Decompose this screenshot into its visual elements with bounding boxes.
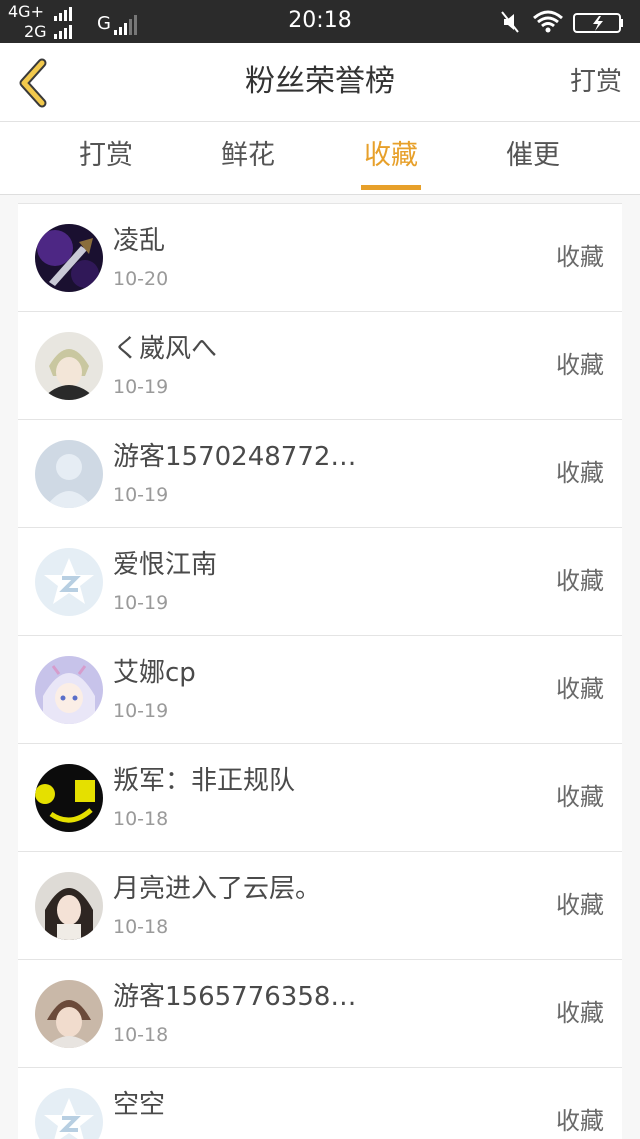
girl-photo-avatar-icon bbox=[35, 872, 103, 940]
list-item[interactable]: 月亮进入了云层。 10-18 收藏 bbox=[18, 852, 622, 960]
tab-favorites[interactable]: 收藏 bbox=[331, 138, 451, 190]
tab-favorites-label: 收藏 bbox=[364, 140, 418, 171]
fan-date: 10-18 bbox=[113, 916, 169, 938]
chevron-left-icon bbox=[19, 58, 47, 108]
fan-name: 游客1570248772… bbox=[113, 442, 357, 472]
fan-action-label: 收藏 bbox=[556, 243, 604, 271]
fan-date: 10-20 bbox=[113, 268, 169, 290]
active-tab-indicator bbox=[361, 185, 421, 190]
fan-date: 10-19 bbox=[113, 484, 169, 506]
fan-action-label: 收藏 bbox=[556, 999, 604, 1027]
default-person-avatar-icon bbox=[35, 440, 103, 508]
boy-photo-avatar-icon bbox=[35, 980, 103, 1048]
network-g-label: G bbox=[97, 13, 111, 34]
list-item[interactable]: 凌乱 10-20 收藏 bbox=[18, 204, 622, 312]
status-icons bbox=[500, 8, 630, 36]
signal-bars-icon bbox=[54, 7, 72, 21]
list-item[interactable]: 爱恨江南 10-19 收藏 bbox=[18, 528, 622, 636]
fan-action-label: 收藏 bbox=[556, 783, 604, 811]
list-item[interactable]: 游客1565776358… 10-18 收藏 bbox=[18, 960, 622, 1068]
fan-list: 凌乱 10-20 收藏 く崴风へ 10-19 收藏 游客1570248772… … bbox=[18, 203, 622, 1139]
battery-icon bbox=[573, 13, 623, 33]
fan-date: 10-19 bbox=[113, 592, 169, 614]
fan-name: く崴风へ bbox=[113, 334, 218, 364]
mute-icon bbox=[501, 11, 519, 33]
clock: 20:18 bbox=[288, 8, 352, 33]
fan-action-label: 收藏 bbox=[556, 567, 604, 595]
list-item[interactable]: く崴风へ 10-19 收藏 bbox=[18, 312, 622, 420]
signal-bars-icon bbox=[54, 25, 72, 39]
status-bar: 4G+ 2G G 20:18 bbox=[0, 0, 640, 43]
fan-name: 空空 bbox=[113, 1090, 166, 1120]
fan-action-label: 收藏 bbox=[556, 675, 604, 703]
list-item[interactable]: 叛军：非正规队 10-18 收藏 bbox=[18, 744, 622, 852]
fan-date: 10-18 bbox=[113, 808, 169, 830]
default-star-avatar-icon bbox=[35, 548, 103, 616]
tab-flowers[interactable]: 鲜花 bbox=[188, 138, 308, 174]
dark-yellow-avatar-icon bbox=[35, 764, 103, 832]
fan-action-label: 收藏 bbox=[556, 459, 604, 487]
sword-avatar-icon bbox=[35, 224, 103, 292]
fan-date: 10-18 bbox=[113, 1024, 169, 1046]
tab-tip[interactable]: 打赏 bbox=[46, 138, 166, 174]
fan-name: 叛军：非正规队 bbox=[113, 766, 296, 796]
list-item[interactable]: 空空 收藏 bbox=[18, 1068, 622, 1139]
back-button[interactable] bbox=[10, 53, 60, 113]
fan-name: 凌乱 bbox=[113, 226, 166, 256]
fan-name: 月亮进入了云层。 bbox=[113, 874, 322, 904]
fan-action-label: 收藏 bbox=[556, 891, 604, 919]
fan-action-label: 收藏 bbox=[556, 1107, 604, 1135]
list-item[interactable]: 游客1570248772… 10-19 收藏 bbox=[18, 420, 622, 528]
anime-girl-avatar-icon bbox=[35, 656, 103, 724]
fan-name: 爱恨江南 bbox=[113, 550, 218, 580]
network-indicators: 4G+ 2G G bbox=[8, 3, 158, 41]
page-title: 粉丝荣誉榜 bbox=[245, 64, 395, 99]
tab-bar: 打赏 鲜花 收藏 催更 bbox=[0, 122, 640, 195]
default-star-avatar-icon bbox=[35, 1088, 103, 1139]
tip-button[interactable]: 打赏 bbox=[570, 63, 622, 101]
tab-urge[interactable]: 催更 bbox=[473, 138, 593, 174]
fan-date: 10-19 bbox=[113, 700, 169, 722]
list-item[interactable]: 艾娜cp 10-19 收藏 bbox=[18, 636, 622, 744]
fan-date: 10-19 bbox=[113, 376, 169, 398]
fan-name: 艾娜cp bbox=[113, 658, 196, 688]
network-4g-label: 4G+ bbox=[8, 2, 44, 21]
fan-action-label: 收藏 bbox=[556, 351, 604, 379]
wifi-icon bbox=[533, 10, 563, 33]
anime-boy-avatar-icon bbox=[35, 332, 103, 400]
app-header: 粉丝荣誉榜 打赏 bbox=[0, 43, 640, 122]
signal-bars-icon bbox=[114, 15, 137, 35]
fan-name: 游客1565776358… bbox=[113, 982, 357, 1012]
network-2g-label: 2G bbox=[24, 22, 47, 41]
